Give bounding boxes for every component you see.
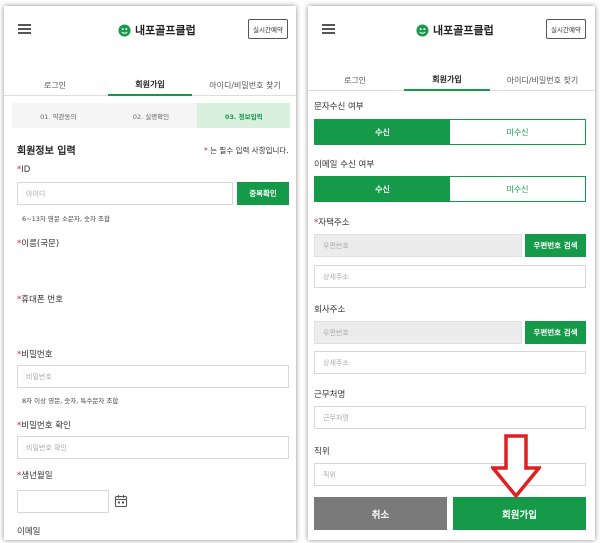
birthdate-input[interactable]: [17, 490, 109, 513]
golf-club-logo-icon: [416, 23, 429, 37]
red-down-arrow-icon: [491, 434, 541, 498]
company-zipcode-input[interactable]: 우편번호: [314, 321, 522, 344]
home-detail-address-input[interactable]: 상세주소: [314, 265, 586, 288]
workplace-input[interactable]: 근무처명: [314, 406, 586, 429]
id-label: *ID: [17, 165, 31, 175]
email-label: 이메일: [17, 527, 41, 537]
brand-logo[interactable]: 내포골프클럽: [118, 22, 196, 38]
signup-steps: 01. 약관동의 02. 실명확인 03. 정보입력: [12, 103, 291, 128]
birthdate-label: *생년월일: [17, 471, 53, 481]
signup-screen-step3: 내포골프클럽 실시간예약 로그인 회원가입 아이디/비밀번호 찾기 01. 약관…: [4, 6, 296, 540]
company-address-label: 회사주소: [314, 305, 346, 315]
home-address-label: *자택주소: [314, 218, 350, 228]
step-info-input: 03. 정보입력: [197, 103, 291, 128]
tab-find-account[interactable]: 아이디/비밀번호 찾기: [490, 69, 595, 91]
email-reject-option[interactable]: 미수신: [450, 177, 585, 201]
id-input[interactable]: 아이디: [17, 182, 233, 205]
app-header: 내포골프클럽 실시간예약: [4, 6, 296, 54]
hamburger-menu-icon[interactable]: [322, 24, 335, 34]
password-hint: 8자 이상 영문, 숫자, 특수문자 조합: [22, 397, 119, 405]
password-confirm-input[interactable]: 비밀번호 확인: [17, 436, 289, 459]
duplicate-check-button[interactable]: 중복확인: [237, 182, 289, 205]
tab-signup[interactable]: 회원가입: [404, 69, 490, 91]
email-consent-toggle: 수신 미수신: [314, 176, 586, 202]
hamburger-menu-icon[interactable]: [18, 24, 31, 34]
app-header: 내포골프클럽 실시간예약: [308, 6, 595, 54]
section-title: 회원정보 입력: [17, 146, 76, 157]
realtime-reservation-button[interactable]: 실시간예약: [546, 19, 586, 39]
brand-logo[interactable]: 내포골프클럽: [416, 22, 494, 38]
name-label: *이름(국문): [17, 239, 60, 249]
password-input[interactable]: 비밀번호: [17, 365, 289, 388]
tab-login[interactable]: 로그인: [308, 69, 402, 91]
phone-label: *휴대폰 번호: [17, 295, 64, 305]
position-label: 직위: [314, 447, 330, 457]
sms-receive-option[interactable]: 수신: [315, 120, 450, 144]
workplace-label: 근무처명: [314, 390, 346, 400]
realtime-reservation-button[interactable]: 실시간예약: [248, 19, 288, 39]
position-input[interactable]: 직위: [314, 463, 586, 486]
step-terms: 01. 약관동의: [40, 112, 77, 121]
tab-signup[interactable]: 회원가입: [108, 74, 192, 96]
required-star: *: [204, 146, 208, 155]
golf-club-logo-icon: [118, 23, 131, 37]
auth-tabs: 로그인 회원가입 아이디/비밀번호 찾기: [4, 74, 296, 96]
cancel-button[interactable]: 취소: [314, 497, 447, 530]
id-hint: 6~13자 영문 소문자, 숫자 조합: [22, 215, 110, 223]
tab-find-account[interactable]: 아이디/비밀번호 찾기: [194, 74, 296, 96]
home-zipcode-search-button[interactable]: 우편번호 검색: [525, 234, 586, 257]
password-confirm-label: *비밀번호 확인: [17, 421, 71, 431]
company-detail-address-input[interactable]: 상세주소: [314, 351, 586, 374]
password-label: *비밀번호: [17, 350, 53, 360]
email-consent-label: 이메일 수신 여부: [314, 160, 375, 170]
calendar-icon[interactable]: [114, 494, 128, 508]
sms-consent-label: 문자수신 여부: [314, 102, 364, 112]
home-zipcode-input[interactable]: 우편번호: [314, 234, 522, 257]
brand-name: 내포골프클럽: [135, 24, 196, 37]
tab-login[interactable]: 로그인: [4, 74, 106, 96]
auth-tabs: 로그인 회원가입 아이디/비밀번호 찾기: [308, 69, 595, 91]
step-identity: 02. 실명확인: [132, 112, 170, 121]
brand-name: 내포골프클럽: [433, 24, 494, 37]
company-zipcode-search-button[interactable]: 우편번호 검색: [525, 321, 586, 344]
sms-reject-option[interactable]: 미수신: [450, 120, 585, 144]
signup-screen-step3-scrolled: 내포골프클럽 실시간예약 로그인 회원가입 아이디/비밀번호 찾기 문자수신 여…: [308, 6, 595, 540]
sms-consent-toggle: 수신 미수신: [314, 119, 586, 145]
signup-submit-button[interactable]: 회원가입: [453, 497, 586, 530]
email-receive-option[interactable]: 수신: [315, 177, 450, 201]
required-note: * 는 필수 입력 사항입니다.: [204, 146, 289, 155]
